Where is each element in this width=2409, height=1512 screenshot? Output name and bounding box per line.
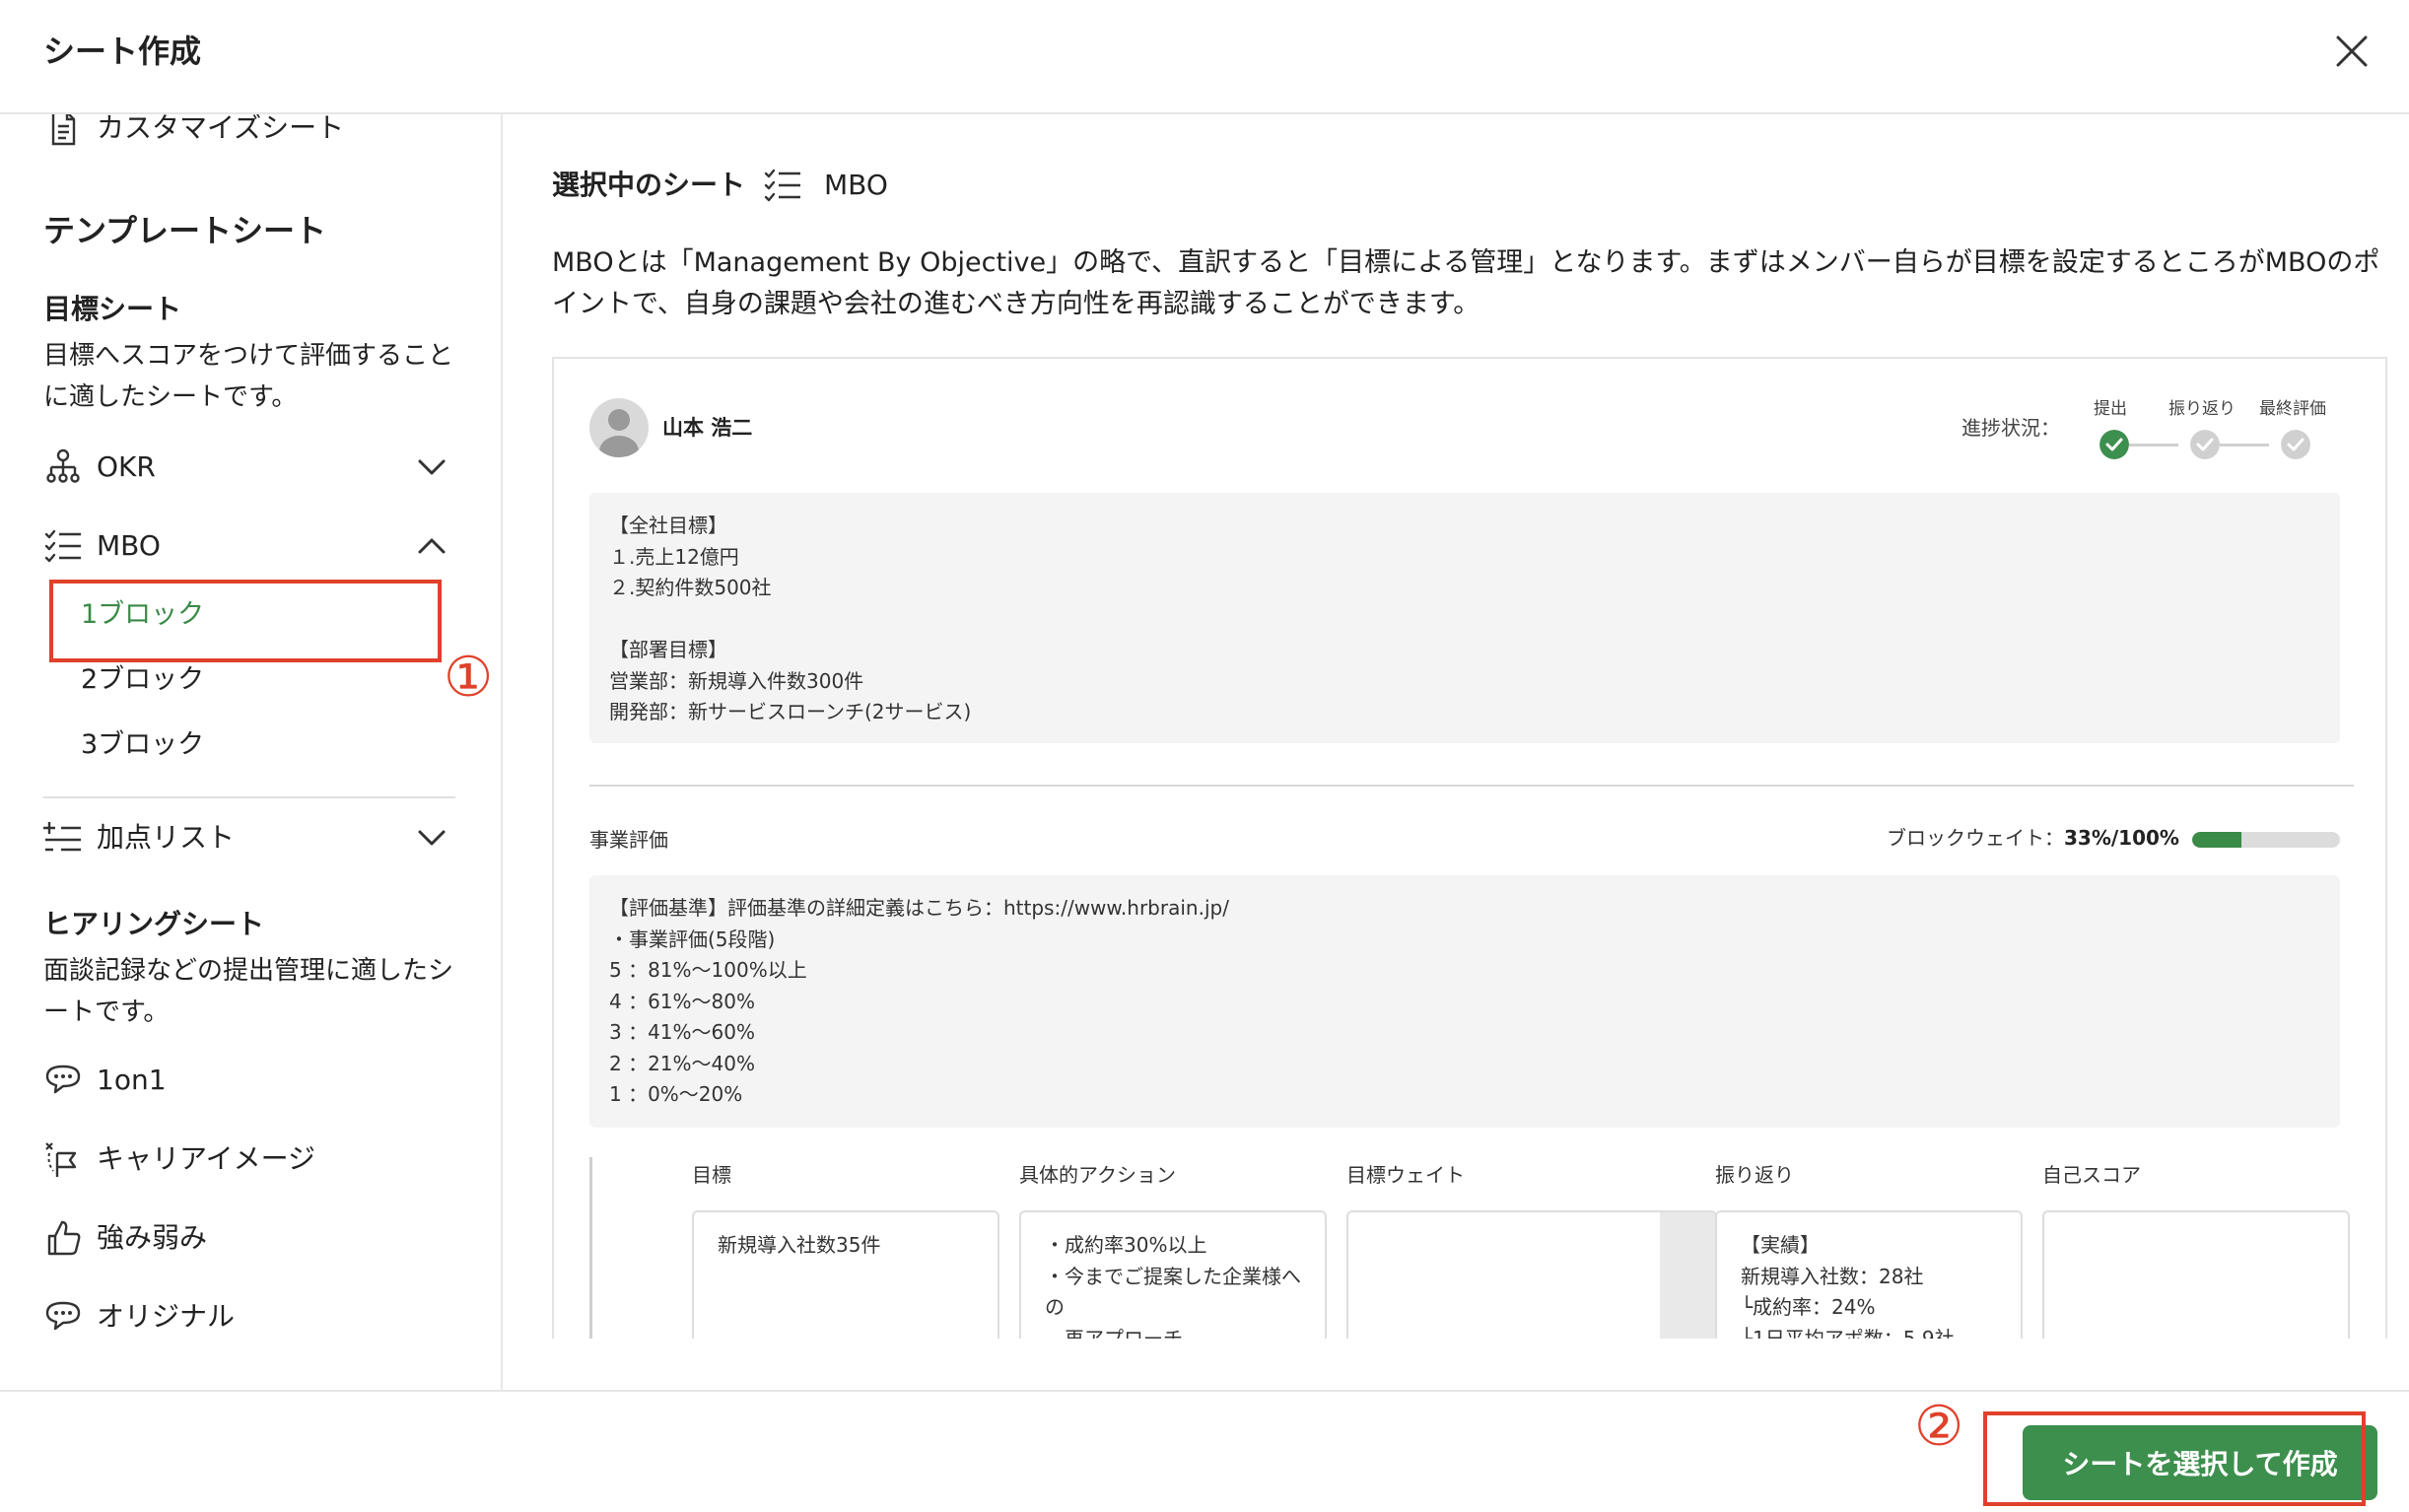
main-panel: 選択中のシート MBO MBOとは「Management By Objectiv… (505, 114, 2409, 1390)
sheet-description: MBOとは「Management By Objective」の略で、直訳すると「… (552, 247, 2380, 319)
sidebar-item-okr[interactable]: OKR (43, 447, 156, 487)
cell-weight (1346, 1210, 1717, 1339)
add-list-icon (43, 822, 81, 852)
sidebar-item-label: 1on1 (97, 1064, 167, 1096)
checklist-icon (764, 169, 800, 202)
evaluation-criteria-box: 【評価基準】評価基準の詳細定義はこちら：https://www.hrbrain.… (589, 875, 2340, 1128)
template-heading: テンプレートシート (43, 212, 327, 249)
step-label-submit: 提出 (2094, 399, 2127, 419)
chat-bubble-icon (45, 1301, 81, 1331)
sidebar-item-label: MBO (97, 529, 161, 562)
column-header-review: 振り返り (1715, 1163, 1794, 1187)
step-label-review: 振り返り (2168, 399, 2236, 419)
document-icon (51, 114, 76, 146)
sheet-create-dialog: シート作成 カスタマイズシート テンプレートシート 目標シート 目標へスコアをつ… (0, 0, 2409, 1512)
selected-sheet-label: 選択中のシート (552, 169, 746, 201)
chevron-up-icon[interactable] (414, 528, 449, 564)
annotation-number-2: ② (1914, 1395, 1964, 1459)
mbo-3-block[interactable]: 3ブロック (81, 727, 204, 763)
user-name: 山本 浩二 (662, 416, 753, 440)
step-label-final: 最終評価 (2259, 399, 2326, 419)
selected-sheet-name: MBO (824, 169, 888, 201)
chat-bubble-icon (45, 1065, 81, 1094)
sidebar-item-strengths-weaknesses[interactable]: 強み弱み (43, 1218, 207, 1258)
block-weight-bar (2192, 832, 2340, 848)
cell-weight-shade (1660, 1212, 1715, 1339)
company-goals-box: 【全社目標】 １.売上12億円 ２.契約件数500社 【部署目標】 営業部：新規… (589, 493, 2340, 743)
sidebar-item-label: 強み弱み (97, 1221, 208, 1254)
close-icon[interactable] (2332, 32, 2372, 71)
chevron-down-icon[interactable] (414, 449, 449, 485)
sidebar-item-label: カスタマイズシート (97, 114, 345, 144)
org-chart-icon (46, 448, 80, 483)
cell-self-score (2042, 1210, 2350, 1339)
progress-label: 進捗状況： (1962, 416, 2060, 440)
sidebar-item-mbo[interactable]: MBO (43, 526, 161, 566)
sidebar-divider (43, 796, 455, 798)
annotation-number-1: ① (444, 646, 494, 710)
column-header-goal: 目標 (692, 1163, 731, 1187)
hearing-sheet-title: ヒアリングシート (43, 908, 265, 940)
dialog-header: シート作成 (0, 0, 2409, 114)
column-header-self-score: 自己スコア (2042, 1163, 2141, 1187)
cell-review: 【実績】 新規導入社数：28社 └成約率：24% └1日平均アポ数：5.9社 (1715, 1210, 2023, 1339)
block-title: 事業評価 (589, 828, 668, 852)
sidebar-item-label: OKR (97, 450, 156, 483)
table-left-bar (589, 1157, 592, 1339)
mbo-2-block[interactable]: 2ブロック (81, 662, 204, 698)
thumbs-up-icon (47, 1220, 81, 1256)
template-sidebar: カスタマイズシート テンプレートシート 目標シート 目標へスコアをつけて評価する… (0, 114, 503, 1390)
column-header-action: 具体的アクション (1019, 1163, 1176, 1187)
block-weight-label: ブロックウェイト：33%/100% (1887, 824, 2179, 852)
sheet-preview: 山本 浩二 進捗状況： 提出 振り返り 最終評価 【全社目標】 １.売上12億円… (552, 357, 2387, 1339)
block-weight-caption: ブロックウェイト： (1887, 826, 2064, 850)
section-divider (589, 785, 2354, 787)
dialog-title: シート作成 (43, 33, 202, 70)
annotation-highlight-1 (49, 580, 442, 662)
check-pending-icon (2281, 430, 2310, 459)
user-avatar-icon (599, 409, 639, 457)
sidebar-item-label: 加点リスト (97, 821, 236, 854)
hearing-sheet-description: 面談記録などの提出管理に適したシートです。 (43, 956, 454, 1027)
check-pending-icon (2190, 430, 2220, 459)
sidebar-item-label: キャリアイメージ (97, 1142, 316, 1175)
step-connector (2220, 444, 2269, 447)
cell-goal: 新規導入社数35件 (692, 1210, 999, 1339)
checklist-icon (44, 529, 81, 563)
cell-action: ・成約率30%以上 ・今までご提案した企業様への 再アプローチ (1019, 1210, 1327, 1339)
sidebar-item-custom-sheet[interactable]: カスタマイズシート (43, 114, 344, 148)
sidebar-item-points-list[interactable]: 加点リスト (43, 818, 235, 858)
annotation-highlight-2 (1983, 1411, 2366, 1506)
sidebar-item-1on1[interactable]: 1on1 (43, 1061, 167, 1100)
block-weight-fill (2192, 832, 2241, 848)
column-header-weight: 目標ウェイト (1346, 1163, 1465, 1187)
block-weight-value: 33%/100% (2064, 826, 2179, 850)
check-done-icon (2099, 430, 2129, 459)
flag-icon (45, 1142, 77, 1177)
sidebar-item-label: オリジナル (97, 1300, 236, 1333)
step-connector (2129, 444, 2178, 447)
sidebar-item-career-image[interactable]: キャリアイメージ (43, 1139, 315, 1179)
chevron-down-icon[interactable] (414, 820, 449, 856)
sidebar-item-original[interactable]: オリジナル (43, 1297, 235, 1337)
goal-sheet-description: 目標へスコアをつけて評価することに適したシートです。 (43, 341, 454, 412)
goal-sheet-title: 目標シート (43, 293, 182, 325)
avatar (589, 398, 649, 457)
